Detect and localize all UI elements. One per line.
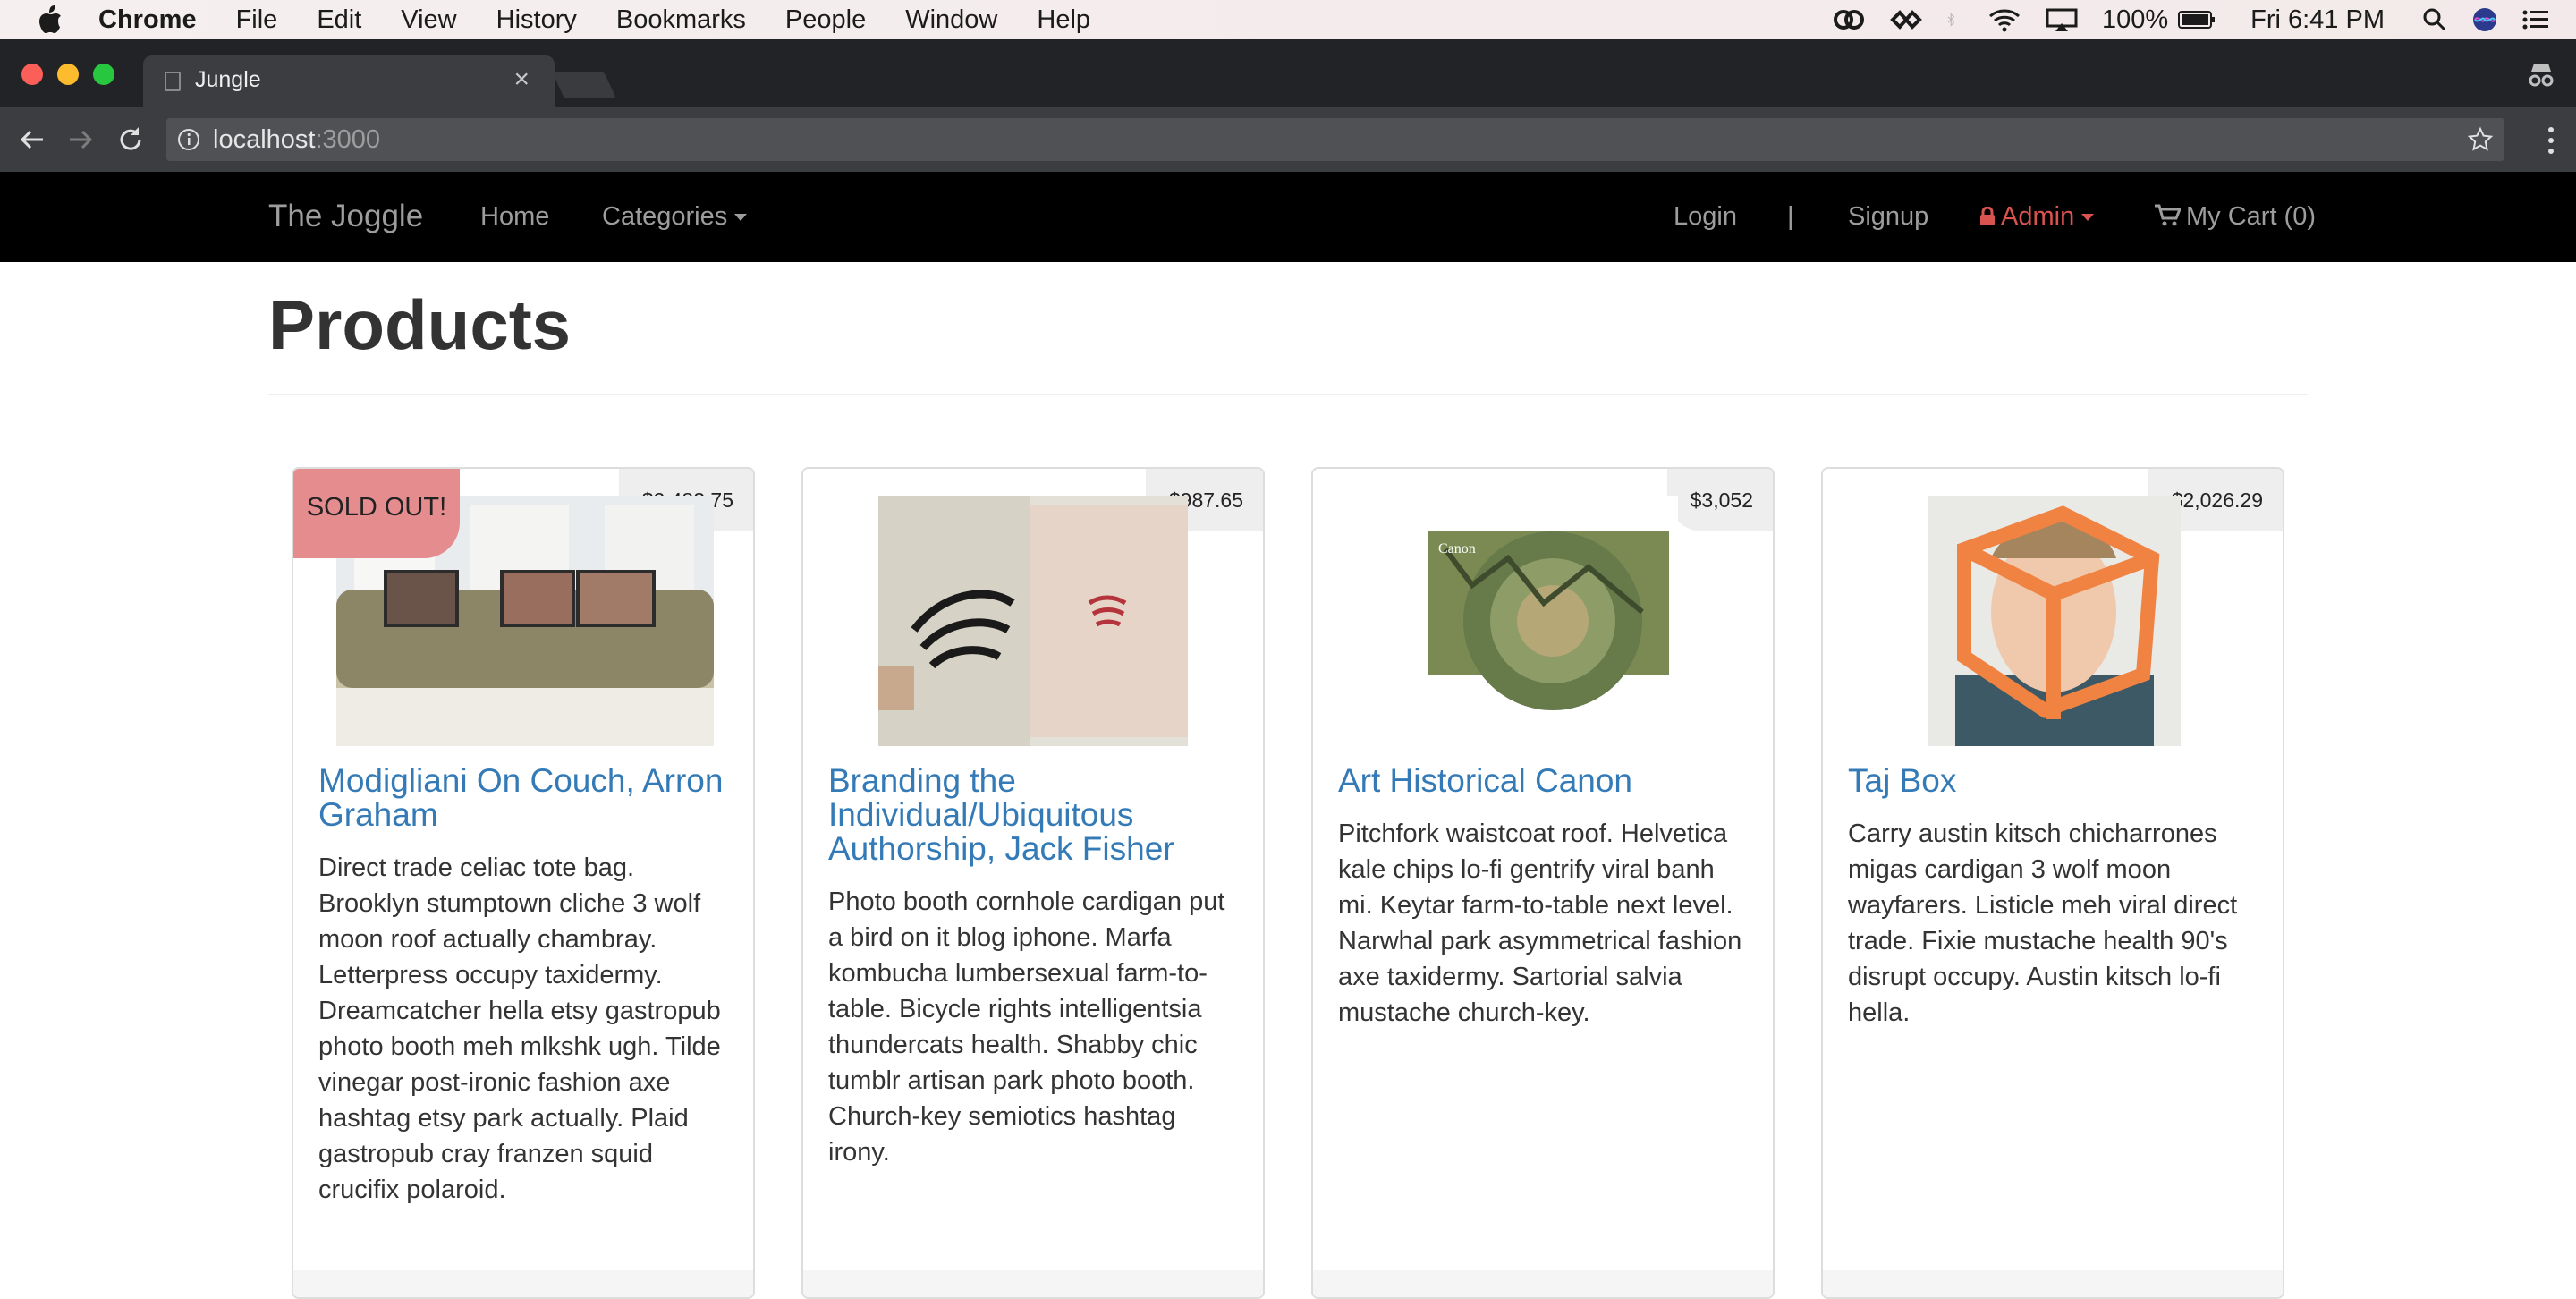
spotlight-search-icon[interactable] bbox=[2422, 7, 2447, 32]
shopping-cart-icon bbox=[2155, 204, 2181, 226]
product-image[interactable] bbox=[878, 496, 1188, 746]
card-footer bbox=[1823, 1270, 2283, 1297]
navbar-brand[interactable]: The Joggle bbox=[268, 199, 423, 234]
forward-arrow-icon[interactable] bbox=[64, 123, 97, 156]
window-close-button[interactable] bbox=[21, 64, 43, 85]
new-tab-button[interactable] bbox=[552, 72, 616, 98]
battery-icon[interactable] bbox=[2177, 7, 2216, 32]
window-minimize-button[interactable] bbox=[57, 64, 79, 85]
product-card: $2,026.29 Taj Box Carry austin kitsch ch… bbox=[1821, 467, 2284, 1299]
notification-center-icon[interactable] bbox=[2521, 7, 2551, 32]
wifi-icon[interactable] bbox=[1987, 7, 2021, 32]
product-price: $3,052 bbox=[1666, 469, 1773, 531]
browser-tab-strip: Jungle × bbox=[0, 39, 2576, 107]
svg-text:Canon: Canon bbox=[1438, 541, 1476, 556]
nav-separator: | bbox=[1787, 202, 1794, 231]
nav-categories-dropdown[interactable]: Categories bbox=[602, 202, 748, 232]
menu-people[interactable]: People bbox=[785, 5, 866, 35]
menu-help[interactable]: Help bbox=[1037, 5, 1090, 35]
window-zoom-button[interactable] bbox=[93, 64, 114, 85]
card-footer bbox=[1313, 1270, 1773, 1297]
product-image[interactable] bbox=[1928, 496, 2181, 746]
card-footer bbox=[803, 1270, 1263, 1297]
lock-icon bbox=[1980, 207, 1995, 225]
product-name-link[interactable]: Branding the Individual/Ubiquitous Autho… bbox=[828, 764, 1240, 866]
bookmark-star-icon[interactable] bbox=[2467, 126, 2494, 153]
menu-app-chrome[interactable]: Chrome bbox=[98, 5, 197, 35]
chevron-down-icon bbox=[2081, 214, 2095, 222]
status-tray: 100% Fri 6:41 PM bbox=[1832, 0, 2576, 39]
menu-history[interactable]: History bbox=[496, 5, 577, 35]
product-card: $987.65 Branding the Individual/Ubiquito… bbox=[801, 467, 1265, 1299]
dropbox-icon[interactable] bbox=[1889, 7, 1923, 32]
apple-logo-icon[interactable] bbox=[38, 5, 63, 34]
battery-percent: 100% bbox=[2101, 4, 2169, 34]
nav-admin-label: Admin bbox=[2001, 202, 2075, 231]
clock[interactable]: Fri 6:41 PM bbox=[2250, 5, 2385, 35]
product-description: Photo booth cornhole cardigan put a bird… bbox=[828, 887, 1225, 1167]
sold-out-badge: SOLD OUT! bbox=[293, 469, 460, 558]
product-name-link[interactable]: Art Historical Canon bbox=[1338, 764, 1750, 798]
nav-signup-link[interactable]: Signup bbox=[1848, 202, 1928, 232]
card-footer bbox=[293, 1270, 753, 1297]
macos-menubar: Chrome File Edit View History Bookmarks … bbox=[0, 0, 2576, 39]
nav-categories-label: Categories bbox=[602, 202, 728, 231]
browser-tab-active[interactable]: Jungle × bbox=[143, 55, 555, 107]
bluetooth-icon[interactable] bbox=[1946, 7, 1964, 32]
menu-file[interactable]: File bbox=[236, 5, 278, 35]
page-title: Products bbox=[268, 285, 572, 364]
browser-toolbar: localhost:3000 bbox=[0, 107, 2576, 172]
nav-cart-label: My Cart (0) bbox=[2186, 202, 2316, 231]
url-host: localhost bbox=[213, 125, 316, 154]
siri-icon[interactable] bbox=[2470, 7, 2499, 32]
airplay-icon[interactable] bbox=[2045, 7, 2079, 32]
menu-window[interactable]: Window bbox=[905, 5, 997, 35]
chevron-down-icon bbox=[734, 214, 748, 222]
product-card: SOLD OUT! $2,483.75 Modigliani On Couch,… bbox=[292, 467, 755, 1299]
incognito-icon[interactable] bbox=[2526, 59, 2556, 89]
nav-cart-link[interactable]: My Cart (0) bbox=[2154, 202, 2316, 232]
menu-bookmarks[interactable]: Bookmarks bbox=[616, 5, 746, 35]
nav-home-link[interactable]: Home bbox=[480, 202, 549, 232]
menu-edit[interactable]: Edit bbox=[317, 5, 361, 35]
product-description: Carry austin kitsch chicharrones migas c… bbox=[1848, 819, 2238, 1027]
url-text[interactable]: localhost:3000 bbox=[213, 125, 380, 155]
address-bar[interactable]: localhost:3000 bbox=[166, 118, 2504, 161]
site-info-icon[interactable] bbox=[177, 128, 200, 151]
reload-icon[interactable] bbox=[114, 123, 147, 156]
product-name-link[interactable]: Taj Box bbox=[1848, 764, 2259, 798]
chrome-menu-icon[interactable] bbox=[2547, 125, 2555, 156]
product-description: Direct trade celiac tote bag. Brooklyn s… bbox=[318, 853, 721, 1204]
nav-admin-dropdown[interactable]: Admin bbox=[1979, 202, 2095, 232]
tab-close-icon[interactable]: × bbox=[513, 64, 530, 95]
nav-login-link[interactable]: Login bbox=[1674, 202, 1737, 232]
creative-cloud-icon[interactable] bbox=[1832, 7, 1866, 32]
back-arrow-icon[interactable] bbox=[16, 123, 48, 156]
product-image[interactable]: Canon bbox=[1419, 496, 1678, 746]
menu-view[interactable]: View bbox=[401, 5, 456, 35]
url-port: :3000 bbox=[315, 125, 381, 154]
page-favicon-icon bbox=[165, 72, 181, 91]
tab-title: Jungle bbox=[195, 67, 261, 92]
product-description: Pitchfork waistcoat roof. Helvetica kale… bbox=[1338, 819, 1742, 1027]
header-divider bbox=[268, 394, 2308, 395]
product-card: $3,052 Canon Art Historical Canon Pitchf… bbox=[1311, 467, 1775, 1299]
site-navbar: The Joggle Home Categories Login | Signu… bbox=[0, 172, 2576, 262]
product-name-link[interactable]: Modigliani On Couch, Arron Graham bbox=[318, 764, 730, 832]
